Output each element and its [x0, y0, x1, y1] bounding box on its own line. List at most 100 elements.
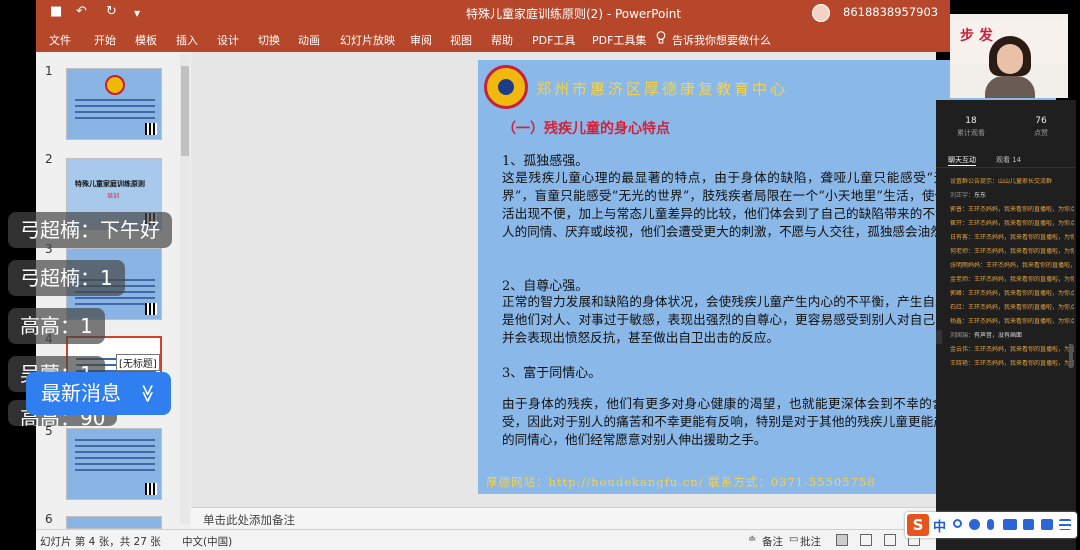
slide-thumbnail-5[interactable] — [66, 428, 162, 500]
punctuation-icon[interactable] — [953, 519, 962, 528]
emoji-icon[interactable] — [969, 519, 980, 530]
slide-footer-contact: 厚德网站：http://houdekangfu.cn/ 联系方式：0371-55… — [486, 475, 876, 489]
menu-animation[interactable]: 动画 — [298, 32, 320, 48]
slide-thumbnail-1[interactable] — [66, 68, 162, 140]
chat-message: 刘国瑞：有声音，没有画面 — [950, 332, 1074, 340]
skin-icon[interactable] — [1041, 519, 1053, 530]
tell-me-search[interactable]: 告诉我你想要做什么 — [672, 32, 771, 48]
quick-access-dropdown-icon[interactable]: ▼ — [134, 9, 140, 18]
menu-transition[interactable]: 切换 — [258, 32, 280, 48]
save-icon[interactable]: ■ — [50, 4, 62, 19]
chat-sender: 日有客： — [950, 234, 975, 241]
chat-text: 有声音，没有画面 — [974, 332, 1023, 339]
sogou-logo-icon[interactable]: S — [907, 514, 929, 536]
language-indicator[interactable]: 中文(中国) — [182, 534, 232, 549]
section-body-1: 这是残疾儿童心理的最显著的特点，由于身体的缺陷，聋哑儿童只能感受“无声的世界”，… — [502, 170, 986, 239]
notes-toggle-button[interactable]: 备注 — [762, 534, 783, 549]
chat-text: 山山儿童家长交流群 — [998, 178, 1053, 185]
chat-text: 王环杰妈妈，我来看你的直播啦，为你点赞！ — [968, 206, 1074, 213]
chat-sender: 刘国瑞： — [950, 332, 975, 339]
ime-mode-toggle[interactable]: 中 — [933, 516, 946, 535]
undo-icon[interactable]: ↶ — [76, 4, 87, 19]
chat-sender: 郭普： — [950, 206, 969, 213]
section-body-2: 正常的智力发展和缺陷的身体状况，会使残疾儿童产生内心的不平衡，产生自卑感。于是他… — [502, 294, 986, 345]
lightbulb-icon — [656, 31, 666, 44]
chat-tabs: 聊天互动 观看 14 — [936, 152, 1076, 168]
tab-viewers[interactable]: 观看 14 — [996, 155, 1021, 165]
chat-text: 王环杰妈妈，我来看你的直播啦，为你点赞！ — [968, 220, 1074, 227]
chat-text: 王环杰妈妈，我来看你的直播啦，为你点赞！ — [968, 318, 1074, 325]
thumb-number: 5 — [45, 424, 53, 438]
comments-toggle-button[interactable]: 批注 — [800, 534, 821, 549]
toolbox-icon[interactable] — [1023, 519, 1034, 530]
collapse-handle[interactable] — [936, 330, 942, 344]
normal-view-icon[interactable] — [836, 534, 848, 546]
menu-template[interactable]: 模板 — [135, 32, 157, 48]
accessibility-icon[interactable] — [165, 534, 177, 546]
workspace: 1 2 特殊儿童家庭训练原则 培训 3 4 [无标题] 5 6 — [36, 52, 1056, 529]
thumbnail-scrollbar[interactable] — [180, 54, 190, 524]
menu-review[interactable]: 审阅 — [410, 32, 432, 48]
chat-sender: 石红： — [950, 304, 969, 311]
chat-message: 张明雨妈妈：王环杰妈妈，我来看你的直播啦，为你点赞！ — [950, 262, 1074, 270]
ribbon-menu: 文件 开始 模板 插入 设计 切换 动画 幻灯片放映 审阅 视图 帮助 PDF工… — [36, 26, 950, 52]
chat-text: 王环杰妈妈，我来看你的直播啦，为你点赞！ — [974, 360, 1074, 367]
organization-logo — [484, 65, 528, 109]
thumb-logo — [105, 75, 125, 95]
account-phone[interactable]: 8618838957903 — [843, 5, 938, 19]
menu-slideshow[interactable]: 幻灯片放映 — [340, 32, 395, 48]
status-bar: 幻灯片 第 4 张，共 27 张 中文(中国) ≐ 备注 ▭ 批注 — [36, 529, 936, 550]
chat-message: 杨鑫：王环杰妈妈，我来看你的直播啦，为你点赞！ — [950, 318, 1074, 326]
menu-help[interactable]: 帮助 — [491, 32, 513, 48]
latest-messages-button[interactable]: 最新消息 ≫ — [26, 372, 171, 415]
chat-message: 石红：王环杰妈妈，我来看你的直播啦，为你点赞！ — [950, 304, 1074, 312]
chevron-down-icon: ≫ — [137, 384, 159, 403]
chat-text: 东东 — [974, 192, 987, 199]
microphone-icon[interactable] — [987, 519, 994, 530]
menu-design[interactable]: 设计 — [217, 32, 239, 48]
thumb-qr — [145, 123, 157, 135]
chat-text: 王环杰妈妈，我来看你的直播啦，为你点赞！ — [986, 262, 1074, 269]
slide-sorter-icon[interactable] — [860, 534, 872, 546]
menu-file[interactable]: 文件 — [49, 32, 71, 48]
chat-message: 日有客：王环杰妈妈，我来看你的直播啦，为你点赞！ — [950, 234, 1074, 242]
section-title-1: 1、孤独感强。 — [502, 154, 589, 169]
presenter-figure — [985, 36, 1035, 98]
chat-sender: 金老师： — [950, 276, 975, 283]
chat-message: 何老师：王环杰妈妈，我来看你的直播啦，为你点赞！ — [950, 248, 1074, 256]
chat-text: 王环杰妈妈，我来看你的直播啦，为你点赞！ — [968, 290, 1074, 297]
menu-insert[interactable]: 插入 — [176, 32, 198, 48]
section-body-3: 由于身体的残疾，他们有更多对身心健康的渴望，也就能更深体会到不幸的含义和感受，因… — [502, 396, 984, 447]
section-title-3: 3、富于同情心。 — [502, 366, 602, 381]
menu-icon[interactable] — [1059, 519, 1071, 530]
user-avatar[interactable] — [812, 4, 830, 22]
menu-pdf-toolset[interactable]: PDF工具集 — [592, 32, 646, 48]
notes-pane[interactable]: 单击此处添加备注 — [191, 507, 936, 529]
latest-messages-label: 最新消息 — [41, 381, 121, 405]
chat-message: 王晓艳：王环杰妈妈，我来看你的直播啦，为你点赞！ — [950, 360, 1074, 368]
chat-scrollbar[interactable] — [1069, 344, 1073, 368]
redo-icon[interactable]: ↻ — [106, 4, 117, 19]
keyboard-icon[interactable] — [1003, 519, 1017, 530]
thumb-text-lines — [75, 99, 155, 123]
chat-overlay-bubble: 高高：1 — [8, 308, 105, 344]
slide-editing-pane: 郑州市惠济区厚德康复教育中心 （一）残疾儿童的身心特点 1、孤独感强。 这是残疾… — [191, 52, 1056, 507]
reading-view-icon[interactable] — [884, 534, 896, 546]
slide-thumbnail-6[interactable] — [66, 516, 162, 529]
menu-pdf-tools[interactable]: PDF工具 — [532, 32, 575, 48]
scrollbar-thumb[interactable] — [181, 66, 189, 156]
thumb-title: 特殊儿童家庭训练原则 — [75, 180, 145, 188]
thumbnail-tooltip: [无标题] — [116, 354, 160, 371]
thumb-text-lines — [75, 439, 155, 475]
thumb-qr — [145, 303, 157, 315]
tab-chat[interactable]: 聊天互动 — [948, 155, 976, 166]
chat-text: 王环杰妈妈，我来看你的直播啦，为你点赞！ — [974, 234, 1074, 241]
menu-view[interactable]: 视图 — [450, 32, 472, 48]
chat-sender: 郭峰： — [950, 290, 969, 297]
chat-text: 王环杰妈妈，我来看你的直播啦，为你点赞！ — [974, 346, 1074, 353]
document-title: 特殊儿童家庭训练原则(2) - PowerPoint — [466, 7, 682, 21]
chat-message: 金云伟：王环杰妈妈，我来看你的直播啦，为你点赞！ — [950, 346, 1074, 354]
menu-home[interactable]: 开始 — [94, 32, 116, 48]
thumb-number: 1 — [45, 64, 53, 78]
slide-counter: 幻灯片 第 4 张，共 27 张 — [40, 536, 161, 548]
